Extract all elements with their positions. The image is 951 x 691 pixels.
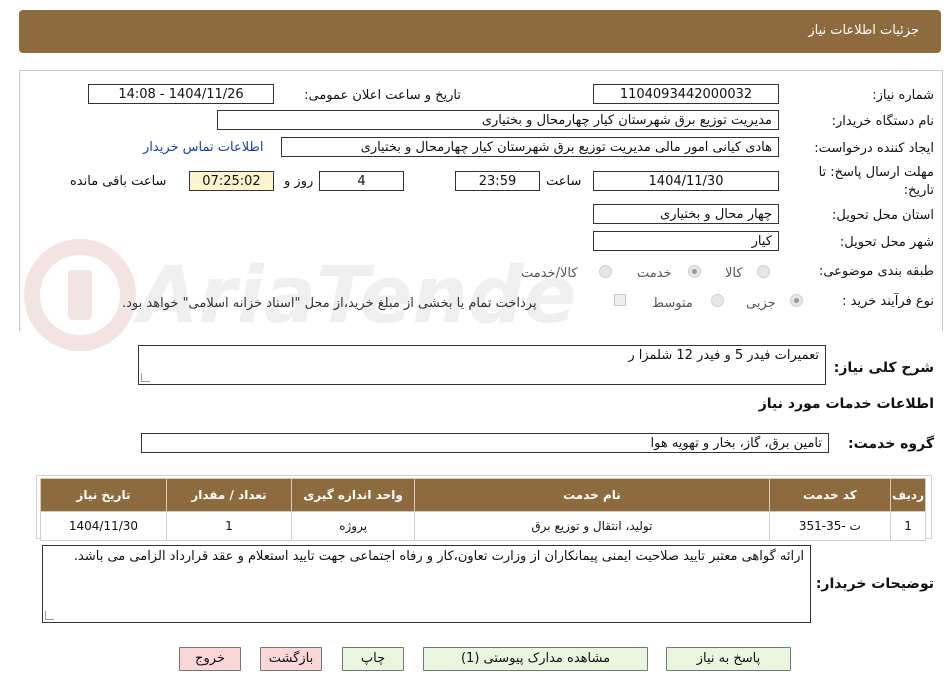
col-need-date: تاریخ نیاز bbox=[40, 478, 167, 512]
page-title: جزئیات اطلاعات نیاز bbox=[808, 23, 919, 38]
category-option-goods: کالا bbox=[725, 266, 743, 281]
province-field: چهار محال و بختیاری bbox=[593, 204, 779, 224]
creator-label: ایجاد کننده درخواست: bbox=[814, 141, 934, 156]
cell-row: 1 bbox=[890, 511, 926, 541]
print-button[interactable]: چاپ bbox=[342, 647, 404, 671]
announce-label: تاریخ و ساعت اعلان عمومی: bbox=[304, 88, 461, 103]
days-label: روز و bbox=[284, 174, 314, 189]
buyer-label: نام دستگاه خریدار: bbox=[831, 114, 934, 129]
province-label: استان محل تحویل: bbox=[832, 208, 934, 223]
process-radio-minor[interactable] bbox=[790, 294, 803, 307]
treasury-note: پرداخت تمام یا بخشی از مبلغ خرید،از محل … bbox=[122, 296, 537, 311]
view-attachments-button[interactable]: مشاهده مدارک پیوستی (1) bbox=[423, 647, 648, 671]
category-option-service: خدمت bbox=[637, 266, 672, 281]
summary-text: تعمیرات فیدر 5 و فیدر 12 شلمزا ر bbox=[628, 348, 819, 363]
category-radio-goods-service[interactable] bbox=[599, 265, 612, 278]
deadline-label-date: تاریخ: bbox=[903, 183, 934, 198]
summary-textarea[interactable]: تعمیرات فیدر 5 و فیدر 12 شلمزا ر bbox=[138, 345, 826, 385]
remaining-time-field: 07:25:02 bbox=[189, 171, 274, 191]
reply-button[interactable]: پاسخ به نیاز bbox=[666, 647, 791, 671]
process-radio-medium[interactable] bbox=[711, 294, 724, 307]
deadline-time-field: 23:59 bbox=[455, 171, 540, 191]
col-quantity: تعداد / مقدار bbox=[165, 478, 293, 512]
cell-quantity: 1 bbox=[165, 511, 293, 541]
deadline-date-field: 1404/11/30 bbox=[593, 171, 779, 191]
cell-service-code: ت -35-351 bbox=[768, 511, 892, 541]
buyer-contact-link[interactable]: اطلاعات تماس خریدار bbox=[143, 140, 263, 155]
category-radio-goods[interactable] bbox=[757, 265, 770, 278]
cell-service-name: تولید، انتقال و توزیع برق bbox=[414, 511, 770, 541]
exit-button[interactable]: خروج bbox=[179, 647, 241, 671]
cell-unit: پروژه bbox=[291, 511, 416, 541]
resize-grip-icon[interactable] bbox=[45, 611, 54, 620]
city-field: کیار bbox=[593, 231, 779, 251]
need-number-label: شماره نیاز: bbox=[872, 88, 934, 103]
summary-label: شرح کلی نیاز: bbox=[833, 360, 934, 376]
city-label: شهر محل تحویل: bbox=[839, 235, 934, 250]
services-table: ردیف کد خدمت نام خدمت واحد اندازه گیری ت… bbox=[40, 478, 926, 541]
col-unit: واحد اندازه گیری bbox=[291, 478, 416, 512]
col-row: ردیف bbox=[890, 478, 926, 512]
announce-datetime-field: 1404/11/26 - 14:08 bbox=[88, 84, 274, 104]
services-table-header: ردیف کد خدمت نام خدمت واحد اندازه گیری ت… bbox=[40, 478, 926, 512]
service-group-field: تامین برق، گاز، بخار و تهویه هوا bbox=[141, 433, 829, 453]
category-label: طبقه بندی موضوعی: bbox=[818, 264, 934, 279]
deadline-hour-label: ساعت bbox=[546, 174, 582, 189]
process-option-medium: متوسط bbox=[652, 296, 693, 311]
buyer-notes-textarea[interactable]: ارائه گواهی معتبر تایید صلاحیت ایمنی پیم… bbox=[42, 545, 811, 623]
back-button[interactable]: بازگشت bbox=[260, 647, 322, 671]
cell-need-date: 1404/11/30 bbox=[40, 511, 167, 541]
services-section-title: اطلاعات خدمات مورد نیاز bbox=[758, 396, 934, 412]
process-label: نوع فرآیند خرید : bbox=[842, 294, 934, 309]
treasury-checkbox[interactable] bbox=[614, 294, 626, 306]
creator-field: هادی کیانی امور مالی مدیریت توزیع برق شه… bbox=[281, 137, 779, 157]
days-field: 4 bbox=[319, 171, 404, 191]
remaining-label: ساعت باقی مانده bbox=[70, 174, 167, 189]
buyer-notes-label: توضیحات خریدار: bbox=[815, 576, 934, 592]
category-option-goods-service: کالا/خدمت bbox=[521, 266, 578, 281]
deadline-label: مهلت ارسال پاسخ: تا bbox=[818, 165, 934, 180]
col-service-code: کد خدمت bbox=[768, 478, 892, 512]
table-row: 1 ت -35-351 تولید، انتقال و توزیع برق پر… bbox=[40, 511, 926, 541]
category-radio-service[interactable] bbox=[688, 265, 701, 278]
buyer-notes-text: ارائه گواهی معتبر تایید صلاحیت ایمنی پیم… bbox=[73, 549, 804, 564]
col-service-name: نام خدمت bbox=[414, 478, 770, 512]
resize-grip-icon[interactable] bbox=[141, 373, 150, 382]
process-option-minor: جزیی bbox=[746, 296, 776, 311]
buyer-field: مدیریت توزیع برق شهرستان کیار چهارمحال و… bbox=[217, 110, 779, 130]
need-number-field: 1104093442000032 bbox=[593, 84, 779, 104]
page-header: جزئیات اطلاعات نیاز bbox=[19, 10, 941, 53]
service-group-label: گروه خدمت: bbox=[848, 436, 934, 452]
